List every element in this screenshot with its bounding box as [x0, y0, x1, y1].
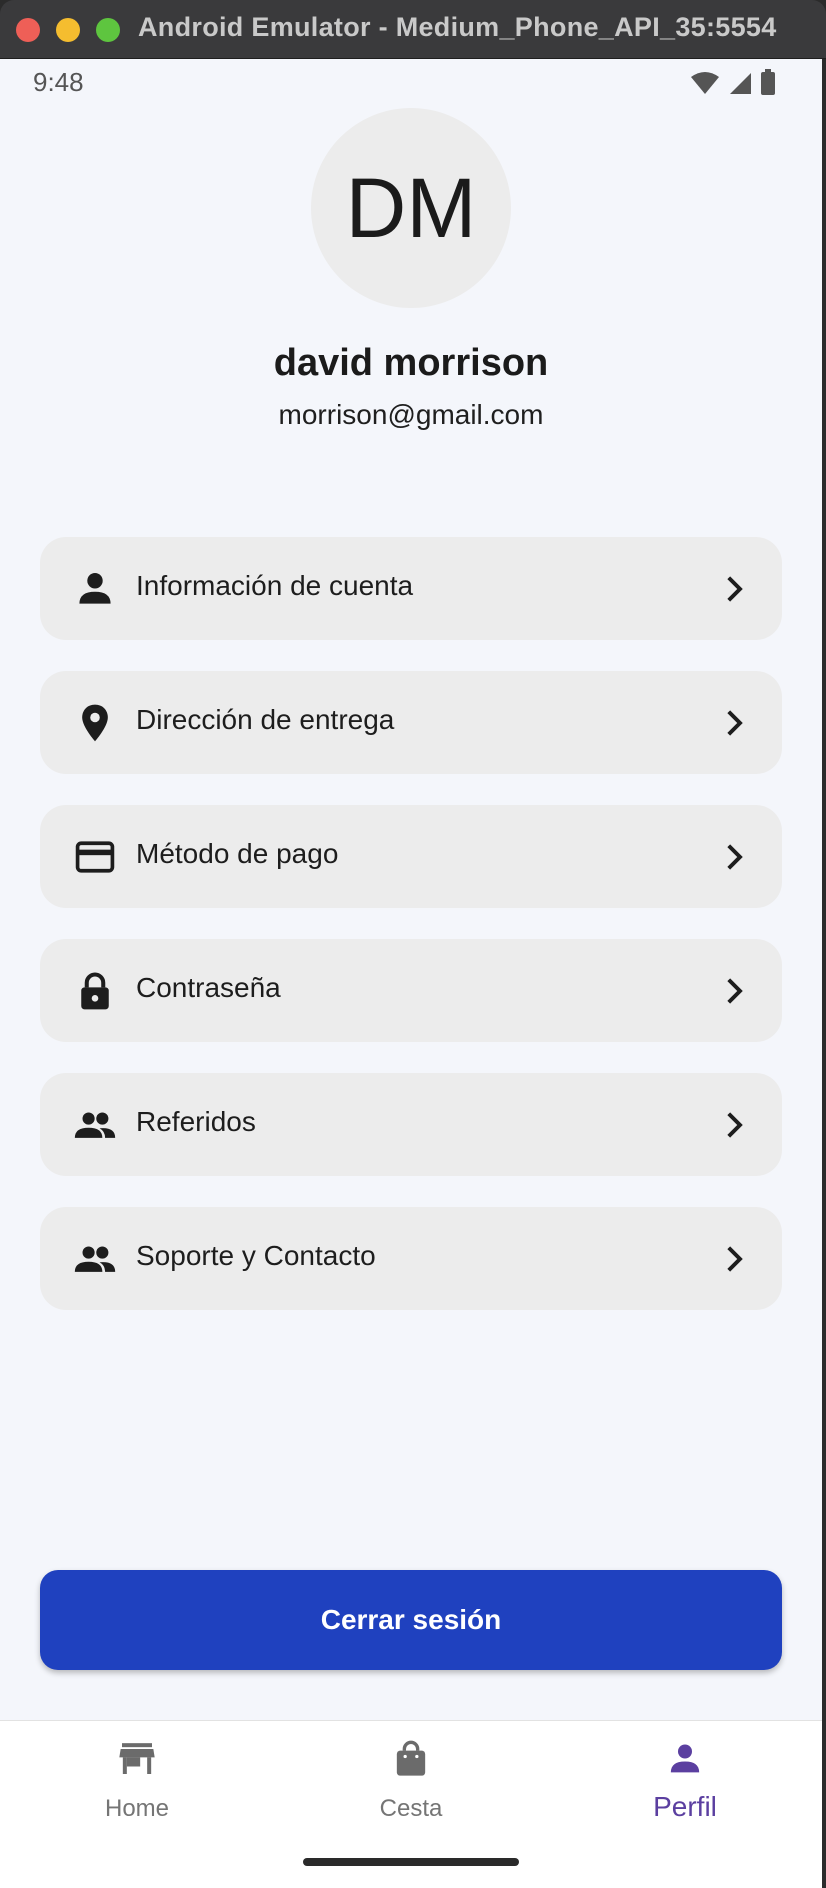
minimize-window-button[interactable] [56, 18, 80, 42]
menu-item-referrals[interactable]: Referidos [40, 1073, 782, 1176]
avatar[interactable]: DM [311, 108, 511, 308]
location-pin-icon [82, 704, 108, 742]
user-email: morrison@gmail.com [278, 399, 544, 430]
menu-item-label: Contraseña [136, 972, 281, 1003]
menu-item-delivery-address[interactable]: Dirección de entrega [40, 671, 782, 774]
lock-icon [81, 972, 109, 1010]
chevron-right-icon [727, 710, 743, 736]
menu-item-support-contact[interactable]: Soporte y Contacto [40, 1207, 782, 1310]
shopping-bag-icon [396, 1740, 426, 1776]
chevron-right-icon [727, 978, 743, 1004]
nav-label: Cesta [379, 1795, 443, 1822]
menu-item-account-info[interactable]: Información de cuenta [40, 537, 782, 640]
store-icon [119, 1743, 155, 1774]
logout-button[interactable]: Cerrar sesión [40, 1570, 782, 1670]
close-window-button[interactable] [16, 18, 40, 42]
menu-item-label: Dirección de entrega [136, 704, 395, 735]
group-icon [74, 1246, 116, 1272]
nav-item-cesta[interactable]: Cesta [274, 1721, 548, 1851]
wifi-icon [691, 72, 719, 94]
window-title: Android Emulator - Medium_Phone_API_35:5… [138, 12, 777, 42]
menu-item-label: Soporte y Contacto [136, 1240, 376, 1271]
chevron-right-icon [727, 576, 743, 602]
menu-item-payment-method[interactable]: Método de pago [40, 805, 782, 908]
chevron-right-icon [727, 844, 743, 870]
home-indicator[interactable] [303, 1858, 519, 1866]
menu-item-label: Información de cuenta [136, 570, 414, 601]
nav-item-perfil[interactable]: Perfil [548, 1721, 822, 1851]
menu-item-label: Referidos [136, 1106, 256, 1137]
group-icon [74, 1112, 116, 1138]
battery-icon [761, 69, 775, 95]
person-icon [670, 1744, 700, 1773]
emulator-title-bar: Android Emulator - Medium_Phone_API_35:5… [0, 0, 826, 59]
nav-label: Home [104, 1795, 170, 1822]
phone-screen: 9:48 DM david morrison morrison@gmail.co… [0, 59, 822, 1888]
credit-card-icon [75, 841, 115, 873]
cell-signal-icon [730, 73, 751, 94]
menu-item-label: Método de pago [136, 838, 339, 869]
chevron-right-icon [727, 1112, 743, 1138]
nav-label: Perfil [653, 1791, 717, 1822]
chevron-right-icon [727, 1246, 743, 1272]
zoom-window-button[interactable] [96, 18, 120, 42]
menu-item-password[interactable]: Contraseña [40, 939, 782, 1042]
nav-item-home[interactable]: Home [0, 1721, 274, 1851]
status-bar: 9:48 [0, 59, 822, 103]
status-icons [690, 69, 776, 95]
user-name: david morrison [273, 342, 549, 384]
person-icon [79, 573, 111, 604]
bottom-navigation: Home Cesta Perfil [0, 1720, 822, 1888]
status-time: 9:48 [33, 67, 84, 97]
